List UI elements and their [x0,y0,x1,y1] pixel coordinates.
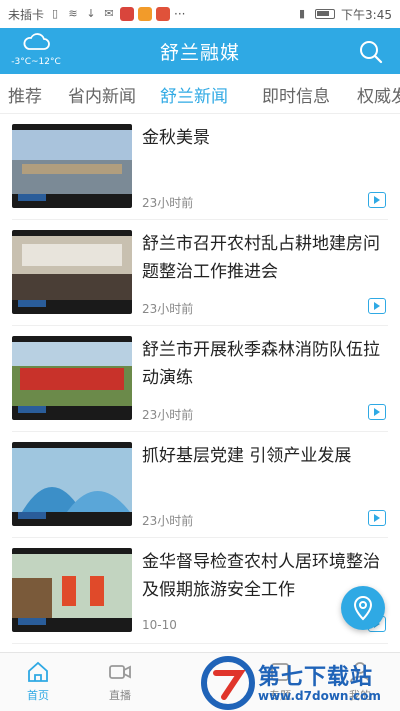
sim-icon: ▯ [51,7,59,20]
video-play-icon [368,404,386,420]
tab-recommend[interactable]: 推荐 [8,82,42,107]
news-time: 23小时前 [142,302,194,316]
news-thumbnail [12,336,132,420]
news-title: 舒兰市召开农村乱占耕地建房问题整治工作推进会 [142,234,380,282]
app-notification-icon [156,7,171,21]
watermark-url: www.d7down.com [258,689,381,703]
tab-instant-info[interactable]: 即时信息 [262,82,330,107]
status-right: ▮ 下午3:45 [295,6,392,23]
news-thumbnail [12,442,132,526]
tab-province-news[interactable]: 省内新闻 [68,82,136,107]
weibo-icon [120,7,135,21]
news-item[interactable]: 抓好基层党建 引领产业发展 23小时前 [12,432,388,538]
news-item[interactable]: 金秋美景 23小时前 [12,114,388,220]
site-watermark: 第七下载站 www.d7down.com [200,655,400,711]
download-icon: ↓ [86,7,96,20]
nav-home-label: 首页 [27,689,49,702]
wifi-icon: ≋ [68,7,78,20]
nav-live[interactable]: 直播 [90,659,150,703]
video-play-icon [368,192,386,208]
clock: 下午3:45 [341,7,392,22]
news-thumbnail [12,230,132,314]
news-title: 抓好基层党建 引领产业发展 [142,446,352,466]
taobao-icon [138,7,153,21]
status-bar: 未插卡 ▯ ≋ ↓ ✉ ··· ▮ 下午3:45 [0,0,400,28]
vibrate-icon: ▮ [299,7,306,20]
video-play-icon [368,298,386,314]
location-button[interactable] [341,586,385,630]
home-icon [28,661,48,682]
news-item[interactable]: 舒兰市召开农村乱占耕地建房问题整治工作推进会 23小时前 [12,220,388,326]
video-camera-icon [109,665,131,679]
news-time: 23小时前 [142,514,194,528]
category-tabs: 推荐 省内新闻 舒兰新闻 即时信息 权威发 [0,74,400,114]
watermark-logo-icon [201,656,255,710]
tab-authority[interactable]: 权威发 [357,82,400,107]
nav-live-label: 直播 [109,689,131,702]
news-title: 金秋美景 [142,128,210,148]
news-title: 舒兰市开展秋季森林消防队伍拉动演练 [142,340,380,388]
news-item[interactable]: 金华督导检查农村人居环境整治及假期旅游安全工作 10-10 [12,538,388,644]
news-time: 10-10 [142,618,177,632]
tab-shulan-news[interactable]: 舒兰新闻 [160,82,228,107]
location-pin-icon [353,595,373,621]
mail-icon: ✉ [104,7,114,20]
nav-home[interactable]: 首页 [8,659,68,703]
more-notifications-icon: ··· [174,7,186,21]
watermark-name: 第七下载站 [258,665,374,690]
status-left: 未插卡 ▯ ≋ ↓ ✉ ··· [8,6,185,23]
carrier-text: 未插卡 [8,7,45,22]
news-thumbnail [12,124,132,208]
battery-icon [315,9,336,19]
app-title: 舒兰融媒 [159,42,240,64]
search-icon[interactable] [358,39,384,65]
app-header: -3°C~12°C 舒兰融媒 [0,28,400,74]
video-play-icon [368,510,386,526]
news-time: 23小时前 [142,196,194,210]
news-time: 23小时前 [142,408,194,422]
news-thumbnail [12,548,132,632]
news-item[interactable]: 舒兰市开展秋季森林消防队伍拉动演练 23小时前 [12,326,388,432]
